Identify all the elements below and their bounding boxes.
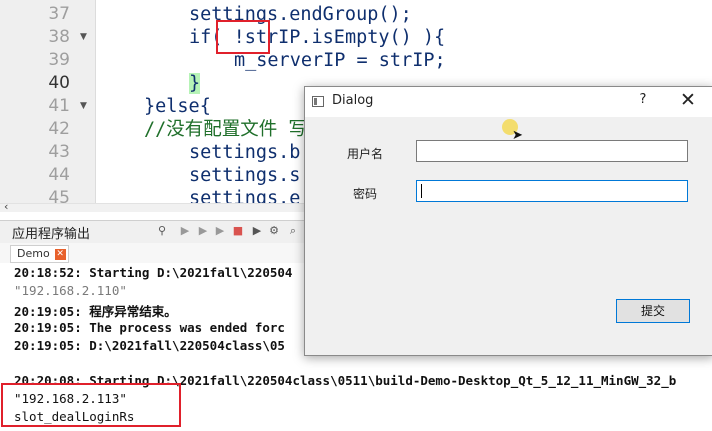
log-line: "192.168.2.113" [14,391,127,406]
line-number-current: 40 [48,73,70,93]
log-line: 20:20:08: Starting D:\2021fall\220504cla… [14,373,677,388]
filter-icon[interactable]: ⚲ [155,224,169,238]
password-input[interactable] [416,180,688,202]
code-condition: !strIP.isEmpty() ){ [233,27,446,48]
username-input[interactable] [416,140,688,162]
line-number: 37 [48,4,70,24]
search-icon[interactable]: ⌕ [286,224,300,238]
line-number: 44 [48,165,70,185]
debug-icon[interactable]: ▶ [196,224,210,238]
code-line: } [189,72,201,95]
scroll-left-icon[interactable]: ‹ [4,200,8,212]
rerun-icon[interactable]: ▶ [213,224,227,238]
log-line: slot_dealLoginRs [14,409,135,424]
code-comment: //没有配置文件 写 [144,119,307,140]
line-number: 42 [48,119,70,139]
stop-icon[interactable]: ■ [231,224,245,238]
dialog-title: Dialog [332,93,374,108]
log-line: "192.168.2.110" [14,283,127,298]
log-line: 20:19:05: D:\2021fall\220504class\05 [14,338,285,353]
text-caret [421,184,422,198]
gear-icon[interactable]: ⚙ [267,224,281,238]
code-line: if( !strIP.isEmpty() ){ [189,26,445,49]
line-number: 41 [48,96,70,116]
password-label: 密码 [353,187,378,201]
log-line: 20:19:05: The process was ended forc [14,320,285,335]
code-line: settings.s [189,165,301,186]
code-keyword: if( [189,27,234,48]
run-icon[interactable]: ▶ [178,224,192,238]
log-line: 20:18:52: Starting D:\2021fall\220504 [14,265,293,280]
fold-arrow-icon[interactable]: ▼ [80,95,87,118]
line-number-gutter: 37 38 39 40 41 42 43 44 45 ▼ ▼ [0,0,96,212]
pointer-icon: ➤ [512,128,523,143]
help-button[interactable]: ? [635,92,651,107]
code-line: settings.b [189,142,301,163]
code-line: }else{ [144,96,211,117]
close-icon[interactable]: ✕ [54,248,66,260]
log-line: 20:19:05: 程序异常结束。 [14,304,177,319]
dialog-titlebar[interactable]: Dialog ? ✕ [305,87,712,117]
line-number: 38 [48,27,70,47]
code-line: settings.endGroup(); [189,4,412,25]
app-icon [312,96,324,107]
matched-bracket: } [189,73,201,94]
tab-label: Demo [17,247,50,260]
line-number: 43 [48,142,70,162]
attach-icon[interactable]: ▶ [250,224,264,238]
fold-arrow-icon[interactable]: ▼ [80,26,87,49]
close-button[interactable]: ✕ [677,89,699,111]
code-line: m_serverIP = strIP; [234,50,446,71]
tab-demo[interactable]: Demo ✕ [10,245,69,263]
line-number: 39 [48,50,70,70]
submit-button[interactable]: 提交 [616,299,690,323]
username-label: 用户名 [347,147,384,161]
output-pane-title: 应用程序输出 [12,227,91,242]
